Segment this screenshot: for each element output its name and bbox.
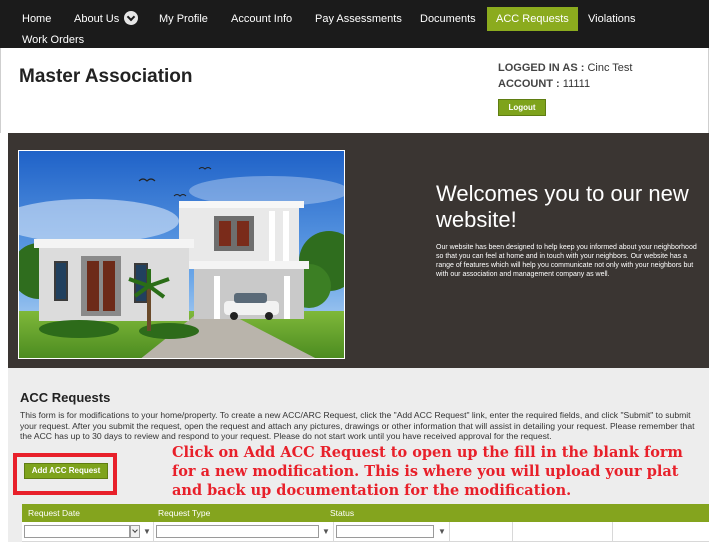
chevron-down-icon[interactable] xyxy=(124,11,138,25)
requests-grid-filter-row: ▼ ▼ ▼ xyxy=(22,522,709,542)
nav-my-profile[interactable]: My Profile xyxy=(159,12,208,26)
date-dropdown-icon[interactable] xyxy=(130,525,140,538)
column-status[interactable]: Status xyxy=(330,508,354,518)
section-description: This form is for modifications to your h… xyxy=(20,410,695,442)
nav-pay-assessments[interactable]: Pay Assessments xyxy=(315,12,402,26)
logout-button[interactable]: Logout xyxy=(498,99,546,116)
column-divider xyxy=(449,522,450,542)
site-header: Master Association LOGGED IN AS : Cinc T… xyxy=(0,48,709,133)
logged-in-row: LOGGED IN AS : Cinc Test xyxy=(498,62,632,74)
request-date-filter-input[interactable] xyxy=(24,525,130,538)
add-acc-request-button[interactable]: Add ACC Request xyxy=(24,463,108,479)
status-filter-input[interactable] xyxy=(336,525,434,538)
nav-home[interactable]: Home xyxy=(22,12,51,26)
account-number: 11111 xyxy=(562,78,591,90)
instruction-callout: Click on Add ACC Request to open up the … xyxy=(172,444,683,499)
logged-in-label: LOGGED IN AS : xyxy=(498,62,585,74)
nav-work-orders[interactable]: Work Orders xyxy=(22,33,84,47)
account-label: ACCOUNT : xyxy=(498,78,560,90)
nav-account-info[interactable]: Account Info xyxy=(231,12,292,26)
main-nav: Home About Us My Profile Account Info Pa… xyxy=(0,0,709,48)
nav-acc-requests[interactable]: ACC Requests xyxy=(487,7,578,31)
filter-icon[interactable]: ▼ xyxy=(438,527,446,536)
request-type-filter-input[interactable] xyxy=(156,525,319,538)
filter-icon[interactable]: ▼ xyxy=(322,527,330,536)
nav-documents[interactable]: Documents xyxy=(420,12,476,26)
account-row: ACCOUNT : 11111 xyxy=(498,78,590,90)
column-divider xyxy=(612,522,613,542)
column-divider xyxy=(153,522,154,542)
acc-requests-section: ACC Requests This form is for modificati… xyxy=(8,368,709,542)
house-photo xyxy=(18,150,345,359)
requests-grid-header: Request Date Request Type Status xyxy=(22,504,709,522)
logged-in-user: Cinc Test xyxy=(587,62,633,74)
column-divider xyxy=(333,522,334,542)
page-title: Master Association xyxy=(19,66,193,87)
column-request-date[interactable]: Request Date xyxy=(28,508,80,518)
column-divider xyxy=(512,522,513,542)
nav-about-us[interactable]: About Us xyxy=(74,12,119,26)
welcome-text: Our website has been designed to help ke… xyxy=(436,244,697,278)
welcome-heading: Welcomes you to our new website! xyxy=(436,181,689,232)
hero-banner: Welcomes you to our new website! Our web… xyxy=(8,133,709,368)
nav-violations[interactable]: Violations xyxy=(588,12,636,26)
section-title: ACC Requests xyxy=(20,390,111,405)
filter-icon[interactable]: ▼ xyxy=(143,527,151,536)
column-request-type[interactable]: Request Type xyxy=(158,508,210,518)
